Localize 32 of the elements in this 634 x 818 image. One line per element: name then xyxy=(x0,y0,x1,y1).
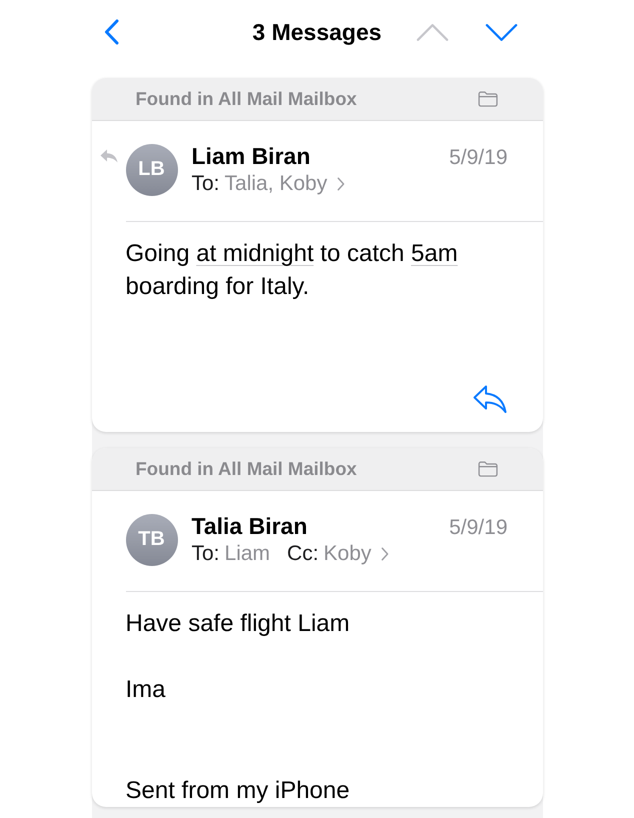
sender-name: Liam Biran xyxy=(192,143,310,169)
folder-icon xyxy=(478,91,498,107)
folder-icon xyxy=(478,461,498,477)
recipient-names[interactable]: Talia, Koby xyxy=(224,172,328,196)
chevron-right-icon[interactable] xyxy=(337,177,346,191)
recipient-names[interactable]: Liam xyxy=(224,542,270,566)
message-text: Ima xyxy=(126,675,167,705)
reply-button[interactable] xyxy=(472,384,508,414)
avatar: TB xyxy=(126,514,178,566)
detected-text-link[interactable]: at midnight xyxy=(196,240,314,267)
back-button[interactable] xyxy=(104,19,119,45)
chevron-right-icon[interactable] xyxy=(381,547,390,561)
reply-icon xyxy=(472,384,508,414)
recipient-label: To: xyxy=(192,172,220,196)
mailbox-note: Found in All Mail Mailbox xyxy=(136,458,357,480)
mailbox-note: Found in All Mail Mailbox xyxy=(136,88,357,110)
avatar: LB xyxy=(126,144,178,196)
message-date: 5/9/19 xyxy=(449,145,508,171)
chevron-down-icon xyxy=(484,22,518,42)
recipient-label: To: xyxy=(192,542,220,566)
sender-name: Talia Biran xyxy=(192,513,308,539)
message-text: Going at midnight to catch 5am boarding for Italy. xyxy=(126,239,459,302)
message-text: Have safe flight Liam xyxy=(126,609,351,639)
recipient-label: Cc: xyxy=(287,542,319,566)
chevron-up-icon xyxy=(416,22,449,42)
detected-text-link[interactable]: 5am xyxy=(411,240,458,267)
message-text: Sent from my iPhone xyxy=(126,776,351,806)
message-date: 5/9/19 xyxy=(449,515,508,541)
thread-title: 3 Messages xyxy=(252,18,382,46)
chevron-left-icon xyxy=(104,19,119,45)
next-message-button[interactable] xyxy=(484,22,518,42)
recipient-names[interactable]: Koby xyxy=(324,542,372,566)
